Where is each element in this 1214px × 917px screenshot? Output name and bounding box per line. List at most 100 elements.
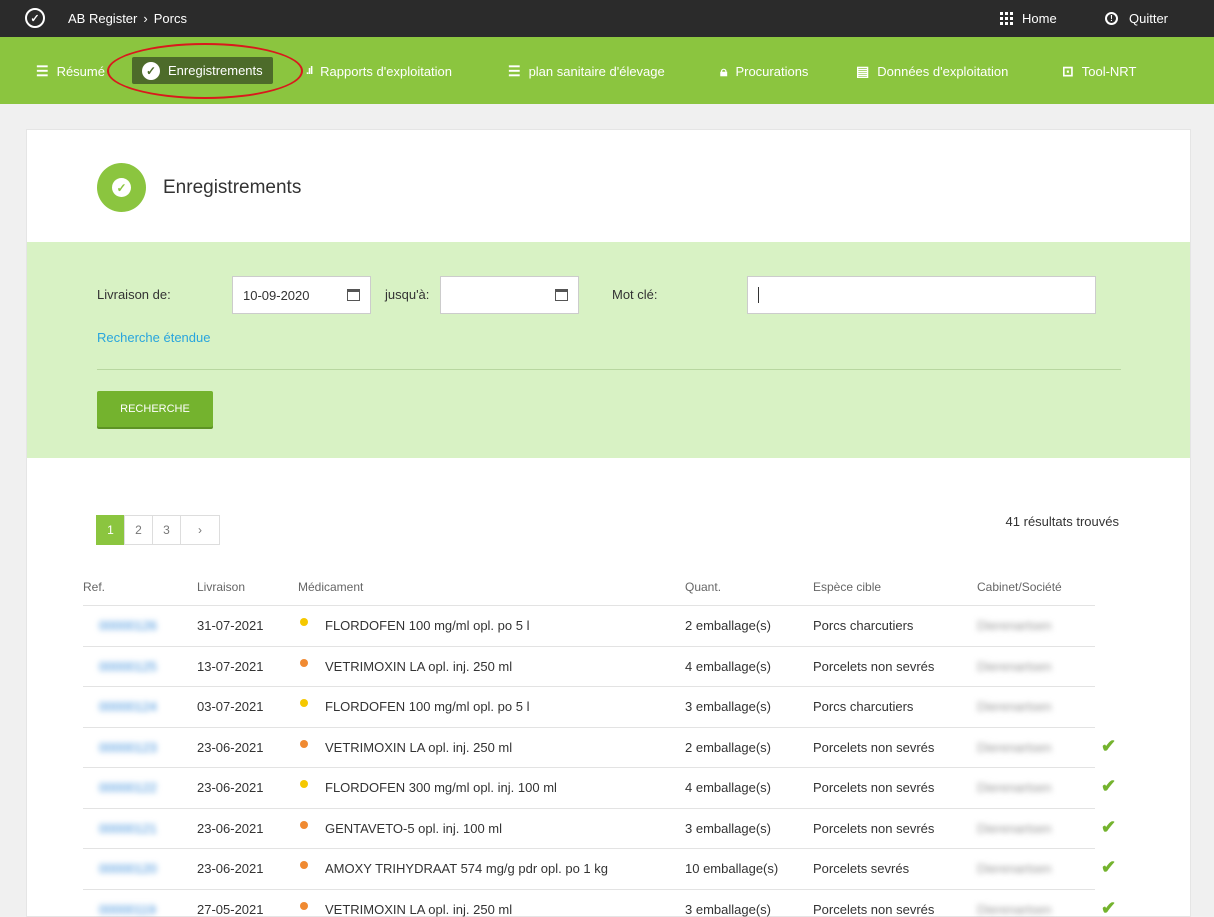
nav-item-resume[interactable]: ☰ Résumé [36,59,105,83]
home-link[interactable]: Home [1000,11,1057,26]
company-cell: Dierenartsen [977,618,1052,633]
status-dot [300,699,308,707]
quantity-cell: 4 emballage(s) [685,658,771,674]
status-dot [300,861,308,869]
page-1-button[interactable]: 1 [96,515,125,545]
column-header-company[interactable]: Cabinet/Société [977,580,1062,594]
column-header-medicine[interactable]: Médicament [298,580,363,594]
line-chart-icon: ⊡ [1062,62,1074,79]
ref-cell[interactable]: 00000123 [99,740,157,755]
ref-cell[interactable]: 00000122 [99,780,157,795]
species-cell: Porcelets sevrés [813,861,910,876]
ref-cell[interactable]: 00000124 [99,699,157,714]
table-row[interactable]: 00000121 23-06-2021 GENTAVETO-5 opl. inj. … [83,809,1116,849]
ref-cell[interactable]: 00000125 [99,659,157,674]
delivery-date-cell: 23-06-2021 [197,820,264,836]
keyword-label: Mot clé: [612,287,658,302]
results-count: 41 résultats trouvés [1005,514,1119,529]
nav-item-enregistrements[interactable]: ✓ Enregistrements [132,57,273,84]
ref-cell[interactable]: 00000121 [99,821,157,836]
species-cell: Porcelets non sevrés [813,739,935,755]
species-cell: Porcelets non sevrés [813,820,935,836]
column-header-quantity[interactable]: Quant. [685,580,721,594]
nav-item-plan-sanitaire[interactable]: ☰ plan sanitaire d'élevage [508,59,665,83]
medicine-cell: VETRIMOXIN LA opl. inj. 250 ml [325,901,513,917]
keyword-input[interactable] [747,276,1096,314]
records-table: Ref. Livraison Médicament Quant. Espèce … [83,570,1123,917]
table-row[interactable]: 00000126 31-07-2021 FLORDOFEN 100 mg/ml op… [83,606,1095,647]
lock-icon: 🔒︎ [720,62,728,79]
text-cursor [758,287,759,303]
table-body: 00000126 31-07-2021 FLORDOFEN 100 mg/ml op… [83,606,1123,917]
ref-cell[interactable]: 00000120 [99,861,157,876]
calendar-icon[interactable] [347,289,360,301]
quantity-cell: 4 emballage(s) [685,780,771,795]
delivery-date-cell: 03-07-2021 [197,699,264,714]
nav-item-tool-nrt[interactable]: ⊡ Tool-NRT [1062,59,1136,83]
quantity-cell: 3 emballage(s) [685,901,771,917]
column-header-ref[interactable]: Ref. [83,580,105,594]
delivery-date-cell: 31-07-2021 [197,618,264,633]
company-cell: Dierenartsen [977,699,1052,714]
search-button[interactable]: RECHERCHE [97,391,213,427]
nav-item-label: Données d'exploitation [877,63,1009,79]
nav-item-label: Rapports d'exploitation [320,63,453,79]
medicine-cell: AMOXY TRIHYDRAAT 574 mg/g pdr opl. po 1 … [325,861,608,876]
nav-item-label: Enregistrements [168,63,263,78]
top-bar: ✓ AB Register › Porcs Home ! Quitter [0,0,1214,37]
status-dot [300,901,308,910]
delivery-date-cell: 13-07-2021 [197,658,264,674]
table-row[interactable]: 00000122 23-06-2021 FLORDOFEN 300 mg/ml op… [83,768,1116,809]
delivery-from-input[interactable]: 10-09-2020 [232,276,371,314]
table-row[interactable]: 00000124 03-07-2021 FLORDOFEN 100 mg/ml op… [83,687,1095,728]
nav-item-donnees[interactable]: ▤ Données d'exploitation [856,59,1008,83]
species-cell: Porcelets non sevrés [813,901,935,917]
company-cell: Dierenartsen [977,780,1052,795]
breadcrumb-app[interactable]: AB Register [68,11,137,26]
delivery-from-label: Livraison de: [97,287,171,302]
advanced-search-link[interactable]: Recherche étendue [97,330,210,345]
until-input[interactable] [440,276,579,314]
filter-divider [97,369,1121,370]
nav-item-rapports[interactable]: .ıl Rapports d'exploitation [306,59,452,83]
check-circle-icon[interactable]: ✓ [25,8,45,28]
delivery-date-cell: 23-06-2021 [197,739,264,755]
table-row[interactable]: 00000123 23-06-2021 VETRIMOXIN LA opl. inj… [83,728,1116,768]
delivery-date-cell: 27-05-2021 [197,901,264,917]
power-icon: ! [1105,12,1118,25]
checkmark-icon: ✔ [1101,735,1117,756]
delivery-date-cell: 23-06-2021 [197,780,264,795]
checkmark-icon: ✔ [1101,857,1117,877]
table-row[interactable]: 00000125 13-07-2021 VETRIMOXIN LA opl. inj… [83,647,1095,687]
checklist-icon: ☰ [508,62,521,79]
nav-item-procurations[interactable]: 🔒︎ Procurations [720,59,808,83]
column-header-species[interactable]: Espèce cible [813,580,881,594]
medicine-cell: FLORDOFEN 300 mg/ml opl. inj. 100 ml [325,780,557,795]
company-cell: Dierenartsen [977,820,1052,836]
species-cell: Porcelets non sevrés [813,780,935,795]
ref-cell[interactable]: 00000119 [99,902,156,917]
until-label: jusqu'à: [385,287,430,302]
company-cell: Dierenartsen [977,861,1052,876]
table-header: Ref. Livraison Médicament Quant. Espèce … [83,570,1095,606]
main-nav: ☰ Résumé ✓ Enregistrements .ıl Rapports … [0,37,1214,104]
page-3-button[interactable]: 3 [152,515,181,545]
medicine-cell: FLORDOFEN 100 mg/ml opl. po 5 l [325,618,530,633]
status-dot [300,780,308,788]
company-cell: Dierenartsen [977,739,1052,755]
pagination: 1 2 3 › [96,515,220,545]
table-row[interactable]: 00000119 27-05-2021 VETRIMOXIN LA opl. inj… [83,890,1116,917]
nav-item-label: plan sanitaire d'élevage [528,63,665,79]
page-2-button[interactable]: 2 [124,515,153,545]
medicine-cell: VETRIMOXIN LA opl. inj. 250 ml [325,739,513,755]
home-label: Home [1022,11,1057,26]
medicine-cell: GENTAVETO-5 opl. inj. 100 ml [325,820,503,836]
ref-cell[interactable]: 00000126 [99,618,157,633]
nav-item-label: Tool-NRT [1081,63,1137,79]
calendar-icon[interactable] [555,289,568,301]
medicine-cell: FLORDOFEN 100 mg/ml opl. po 5 l [325,699,530,714]
next-page-button[interactable]: › [180,515,220,545]
quit-link[interactable]: ! Quitter [1105,11,1168,26]
table-row[interactable]: 00000120 23-06-2021 AMOXY TRIHYDRAAT 574 m… [83,849,1116,890]
column-header-delivery[interactable]: Livraison [197,580,245,594]
